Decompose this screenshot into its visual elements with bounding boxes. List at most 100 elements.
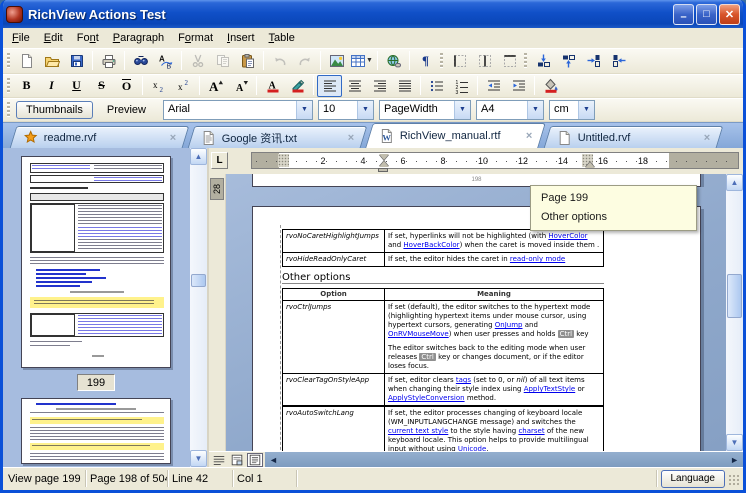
thumbnails-panel[interactable]: 199 ▲ ▼ [3, 148, 209, 467]
align-left-button[interactable] [317, 75, 342, 97]
toolbar-grip[interactable] [7, 78, 10, 94]
tab-close-icon[interactable]: × [521, 130, 540, 142]
insert-col-left-button[interactable] [581, 50, 606, 72]
insert-table-button[interactable]: ▼ [349, 50, 374, 72]
insert-row-above-button[interactable] [531, 50, 556, 72]
underline-button[interactable]: U [64, 75, 89, 97]
page-199[interactable]: rvoNoCaretHighlightJumpsIf set, hyperlin… [252, 206, 701, 451]
right-indent-marker[interactable] [585, 162, 595, 168]
replace-button[interactable]: AB [153, 50, 178, 72]
hoverbackcolor-link[interactable]: HoverBackColor [403, 241, 459, 249]
applytextstyle-link[interactable]: ApplyTextStyle [524, 385, 576, 393]
border-center-button[interactable] [472, 50, 497, 72]
open-folder-button[interactable] [39, 50, 64, 72]
scroll-right-icon[interactable]: ► [730, 455, 739, 465]
border-left-button[interactable] [447, 50, 472, 72]
units-combo[interactable]: cm ▼ [549, 100, 595, 120]
left-indent-marker[interactable] [379, 161, 389, 167]
decrease-indent-button[interactable] [481, 75, 506, 97]
font-name-combo[interactable]: Arial ▼ [163, 100, 313, 120]
chevron-down-icon[interactable]: ▼ [578, 101, 594, 119]
read-only-mode-link[interactable]: read-only mode [510, 255, 565, 263]
menu-file[interactable]: File [5, 30, 37, 46]
chevron-down-icon[interactable]: ▼ [527, 101, 543, 119]
margin-boundary-left[interactable] [278, 154, 289, 167]
align-justify-button[interactable] [392, 75, 417, 97]
page-thumbnail-199[interactable] [21, 156, 171, 368]
subscript-button[interactable]: x2 [146, 75, 171, 97]
shrink-font-button[interactable]: A [228, 75, 253, 97]
minimize-button[interactable]: – [673, 4, 694, 25]
language-button[interactable]: Language [661, 470, 726, 488]
copy-button[interactable] [210, 50, 235, 72]
tab-stop-selector[interactable]: L [211, 152, 228, 169]
menu-format[interactable]: Format [171, 30, 220, 46]
menu-font[interactable]: Font [70, 30, 106, 46]
toolbar-grip[interactable] [7, 102, 10, 118]
find-button[interactable] [128, 50, 153, 72]
font-size-combo[interactable]: 10 ▼ [318, 100, 374, 120]
tab-google-txt[interactable]: Google 资讯.txt× [188, 126, 368, 148]
font-color-button[interactable]: A [260, 75, 285, 97]
current-text-style-link[interactable]: current text style [388, 427, 448, 435]
grow-font-button[interactable]: A [203, 75, 228, 97]
align-right-button[interactable] [367, 75, 392, 97]
toolbar-grip[interactable] [7, 53, 10, 69]
zoom-combo[interactable]: PageWidth ▼ [379, 100, 471, 120]
applystyleconversion-link[interactable]: ApplyStyleConversion [388, 394, 465, 402]
menu-edit[interactable]: Edit [37, 30, 70, 46]
unicode-link[interactable]: Unicode [458, 445, 486, 451]
scroll-up-icon[interactable]: ▲ [726, 174, 743, 191]
page-thumbnail-200[interactable] [21, 398, 171, 464]
menu-paragraph[interactable]: Paragraph [106, 30, 171, 46]
chevron-down-icon[interactable]: ▼ [296, 101, 312, 119]
insert-col-right-button[interactable] [606, 50, 631, 72]
title-bar[interactable]: RichView Actions Test – □ ✕ [0, 0, 746, 28]
text-highlight-button[interactable] [285, 75, 310, 97]
onrvmousemove-link[interactable]: OnRVMouseMove [388, 330, 449, 338]
superscript-button[interactable]: x2 [171, 75, 196, 97]
left-indent-box-marker[interactable] [378, 168, 388, 172]
tab-untitled-rvf[interactable]: Untitled.rvf× [544, 126, 724, 148]
insert-picture-button[interactable] [324, 50, 349, 72]
fill-color-button[interactable] [538, 75, 563, 97]
paper-size-combo[interactable]: A4 ▼ [476, 100, 544, 120]
scroll-up-icon[interactable]: ▲ [190, 148, 207, 165]
view-online-button[interactable] [229, 453, 245, 467]
tab-close-icon[interactable]: × [699, 132, 718, 144]
tab-richview-manual-rtf[interactable]: WRichView_manual.rtf× [365, 123, 546, 148]
tags-link[interactable]: tags [456, 376, 471, 384]
document-vertical-scrollbar[interactable]: ▲ ▼ [726, 174, 743, 451]
cut-button[interactable] [185, 50, 210, 72]
tab-readme-rvf[interactable]: readme.rvf× [10, 126, 190, 148]
scroll-down-icon[interactable]: ▼ [190, 450, 207, 467]
chevron-down-icon[interactable]: ▼ [357, 101, 373, 119]
save-button[interactable] [64, 50, 89, 72]
tab-close-icon[interactable]: × [165, 132, 184, 144]
toolbar-grip[interactable] [524, 53, 527, 69]
preview-button[interactable]: Preview [97, 101, 156, 119]
numbering-button[interactable]: 123 [449, 75, 474, 97]
scrollbar-thumb[interactable] [727, 274, 742, 318]
onjump-link[interactable]: OnJump [495, 321, 523, 329]
first-line-indent-marker[interactable] [379, 154, 389, 160]
show-formatting-button[interactable]: ¶ [413, 50, 438, 72]
redo-button[interactable] [292, 50, 317, 72]
scroll-down-icon[interactable]: ▼ [726, 434, 743, 451]
align-center-button[interactable] [342, 75, 367, 97]
charset-link[interactable]: charset [518, 427, 544, 435]
chevron-down-icon[interactable]: ▼ [366, 57, 373, 64]
overline-button[interactable]: O [114, 75, 139, 97]
hyperlink-globe-button[interactable] [381, 50, 406, 72]
print-button[interactable] [96, 50, 121, 72]
bold-button[interactable]: B [14, 75, 39, 97]
undo-button[interactable] [267, 50, 292, 72]
hovercolor-link[interactable]: HoverColor [548, 232, 587, 240]
increase-indent-button[interactable] [506, 75, 531, 97]
scroll-left-icon[interactable]: ◄ [269, 455, 278, 465]
new-document-button[interactable] [14, 50, 39, 72]
chevron-down-icon[interactable]: ▼ [454, 101, 470, 119]
thumbnails-scrollbar[interactable]: ▲ ▼ [190, 148, 207, 467]
scrollbar-thumb[interactable] [191, 274, 206, 287]
italic-button[interactable]: I [39, 75, 64, 97]
